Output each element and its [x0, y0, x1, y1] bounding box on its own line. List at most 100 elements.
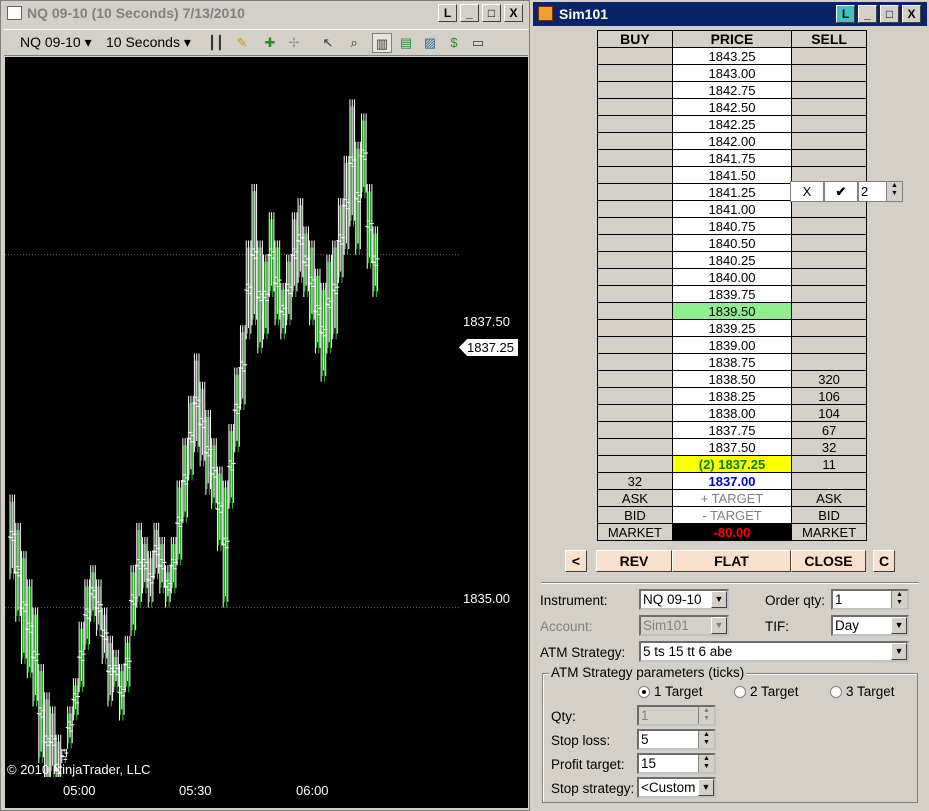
stop-loss-input[interactable]: 5 ▲ ▼ — [637, 729, 716, 750]
sell-cell[interactable] — [791, 149, 867, 167]
buy-cell[interactable] — [597, 455, 673, 473]
spinner-icon[interactable]: ▲ ▼ — [891, 591, 907, 608]
pin-icon[interactable]: ✚ — [260, 33, 280, 53]
buy-cell[interactable] — [597, 438, 673, 456]
buy-cell[interactable] — [597, 353, 673, 371]
chevron-down-icon[interactable]: ▼ — [711, 591, 727, 608]
instrument-selector[interactable]: NQ 09-10 ▾ — [20, 34, 92, 51]
buy-cell[interactable] — [597, 370, 673, 388]
buy-cell[interactable] — [597, 217, 673, 235]
chevron-down-icon[interactable]: ▼ — [891, 617, 907, 634]
plus-target-button[interactable]: + TARGET — [671, 489, 793, 507]
buy-cell[interactable] — [597, 166, 673, 184]
sell-cell[interactable] — [791, 81, 867, 99]
sell-cell[interactable]: 104 — [791, 404, 867, 422]
chevron-down-icon[interactable]: ▼ — [891, 643, 907, 660]
buy-cell[interactable] — [597, 387, 673, 405]
sell-cell[interactable] — [791, 285, 867, 303]
target-3-label[interactable]: 3 Target — [846, 684, 895, 699]
scroll-left-button[interactable]: < — [565, 550, 587, 572]
cancel-order-button[interactable]: X — [790, 181, 824, 202]
order-qty-popup-input[interactable]: 2 ▲ ▼ — [858, 181, 903, 202]
sell-cell[interactable] — [791, 319, 867, 337]
minus-target-button[interactable]: - TARGET — [671, 506, 793, 524]
sell-cell[interactable] — [791, 64, 867, 82]
sell-market-button[interactable]: MARKET — [791, 523, 867, 541]
stop-strategy-dropdown[interactable]: <Custom ▼ — [637, 777, 716, 798]
maximize-button[interactable]: □ — [880, 5, 899, 23]
sell-cell[interactable] — [791, 200, 867, 218]
chevron-down-icon[interactable]: ▼ — [698, 779, 714, 796]
pointer-icon[interactable]: ↖ — [318, 33, 338, 53]
sell-cell[interactable] — [791, 268, 867, 286]
sell-cell[interactable] — [791, 115, 867, 133]
maximize-button[interactable]: □ — [482, 4, 501, 22]
buy-cell[interactable] — [597, 200, 673, 218]
sell-cell[interactable] — [791, 472, 867, 490]
sell-ask-button[interactable]: ASK — [791, 489, 867, 507]
reverse-button[interactable]: REV — [596, 550, 672, 572]
buy-cell[interactable] — [597, 336, 673, 354]
buy-cell[interactable] — [597, 404, 673, 422]
target-1-label[interactable]: 1 Target — [654, 684, 703, 699]
close-button[interactable]: X — [902, 5, 921, 23]
buy-bid-button[interactable]: BID — [597, 506, 673, 524]
crosshair-icon[interactable]: ✢ — [284, 33, 304, 53]
instrument-dropdown[interactable]: NQ 09-10 ▼ — [639, 589, 729, 610]
sell-bid-button[interactable]: BID — [791, 506, 867, 524]
strategy-icon[interactable]: ▨ — [420, 33, 440, 53]
target-3-radio[interactable] — [830, 686, 842, 698]
sell-cell[interactable] — [791, 251, 867, 269]
center-button[interactable]: C — [873, 550, 895, 572]
buy-cell[interactable] — [597, 319, 673, 337]
buy-cell[interactable] — [597, 421, 673, 439]
atm-strategy-dropdown[interactable]: 5 ts 15 tt 6 abe ▼ — [639, 641, 909, 662]
buy-cell[interactable] — [597, 132, 673, 150]
sell-cell[interactable] — [791, 98, 867, 116]
profit-target-input[interactable]: 15 ▲ ▼ — [637, 753, 716, 774]
buy-cell[interactable] — [597, 285, 673, 303]
bid-size-cell[interactable]: 32 — [597, 472, 673, 490]
indicators-icon[interactable]: ▤ — [396, 33, 416, 53]
sell-cell[interactable]: 67 — [791, 421, 867, 439]
sell-cell[interactable] — [791, 353, 867, 371]
buy-cell[interactable] — [597, 183, 673, 201]
buy-market-button[interactable]: MARKET — [597, 523, 673, 541]
link-button[interactable]: L — [836, 5, 855, 23]
buy-cell[interactable] — [597, 268, 673, 286]
sell-cell[interactable]: 320 — [791, 370, 867, 388]
link-button[interactable]: L — [438, 4, 457, 22]
sell-cell[interactable] — [791, 234, 867, 252]
buy-ask-button[interactable]: ASK — [597, 489, 673, 507]
close-position-button[interactable]: CLOSE — [791, 550, 866, 572]
target-2-label[interactable]: 2 Target — [750, 684, 799, 699]
data-box-icon[interactable]: $ — [444, 33, 464, 53]
close-button[interactable]: X — [504, 4, 523, 22]
buy-cell[interactable] — [597, 98, 673, 116]
buy-cell[interactable] — [597, 149, 673, 167]
bar-style-icon[interactable]: ┃┃ — [206, 33, 226, 53]
buy-cell[interactable] — [597, 251, 673, 269]
target-2-radio[interactable] — [734, 686, 746, 698]
buy-cell[interactable] — [597, 47, 673, 65]
order-qty-input[interactable]: 1 ▲ ▼ — [831, 589, 909, 610]
buy-cell[interactable] — [597, 115, 673, 133]
spinner-icon[interactable]: ▲ ▼ — [698, 731, 714, 748]
price-chart[interactable]: © 2010 NinjaTrader, LLC — [5, 57, 459, 777]
chart-trader-icon[interactable]: ▥ — [372, 33, 392, 53]
sell-cell[interactable] — [791, 336, 867, 354]
minimize-button[interactable]: _ — [460, 4, 479, 22]
buy-cell[interactable] — [597, 64, 673, 82]
interval-selector[interactable]: 10 Seconds ▾ — [106, 34, 191, 51]
pencil-icon[interactable]: ✎ — [232, 33, 252, 53]
sell-cell[interactable] — [791, 47, 867, 65]
zoom-icon[interactable]: ⌕ — [344, 33, 364, 53]
sell-cell[interactable]: 32 — [791, 438, 867, 456]
sell-cell[interactable] — [791, 217, 867, 235]
tif-dropdown[interactable]: Day ▼ — [831, 615, 909, 636]
flatten-button[interactable]: FLAT — [672, 550, 791, 572]
buy-cell[interactable] — [597, 81, 673, 99]
sell-cell[interactable] — [791, 132, 867, 150]
sell-cell[interactable] — [791, 302, 867, 320]
minimize-button[interactable]: _ — [858, 5, 877, 23]
